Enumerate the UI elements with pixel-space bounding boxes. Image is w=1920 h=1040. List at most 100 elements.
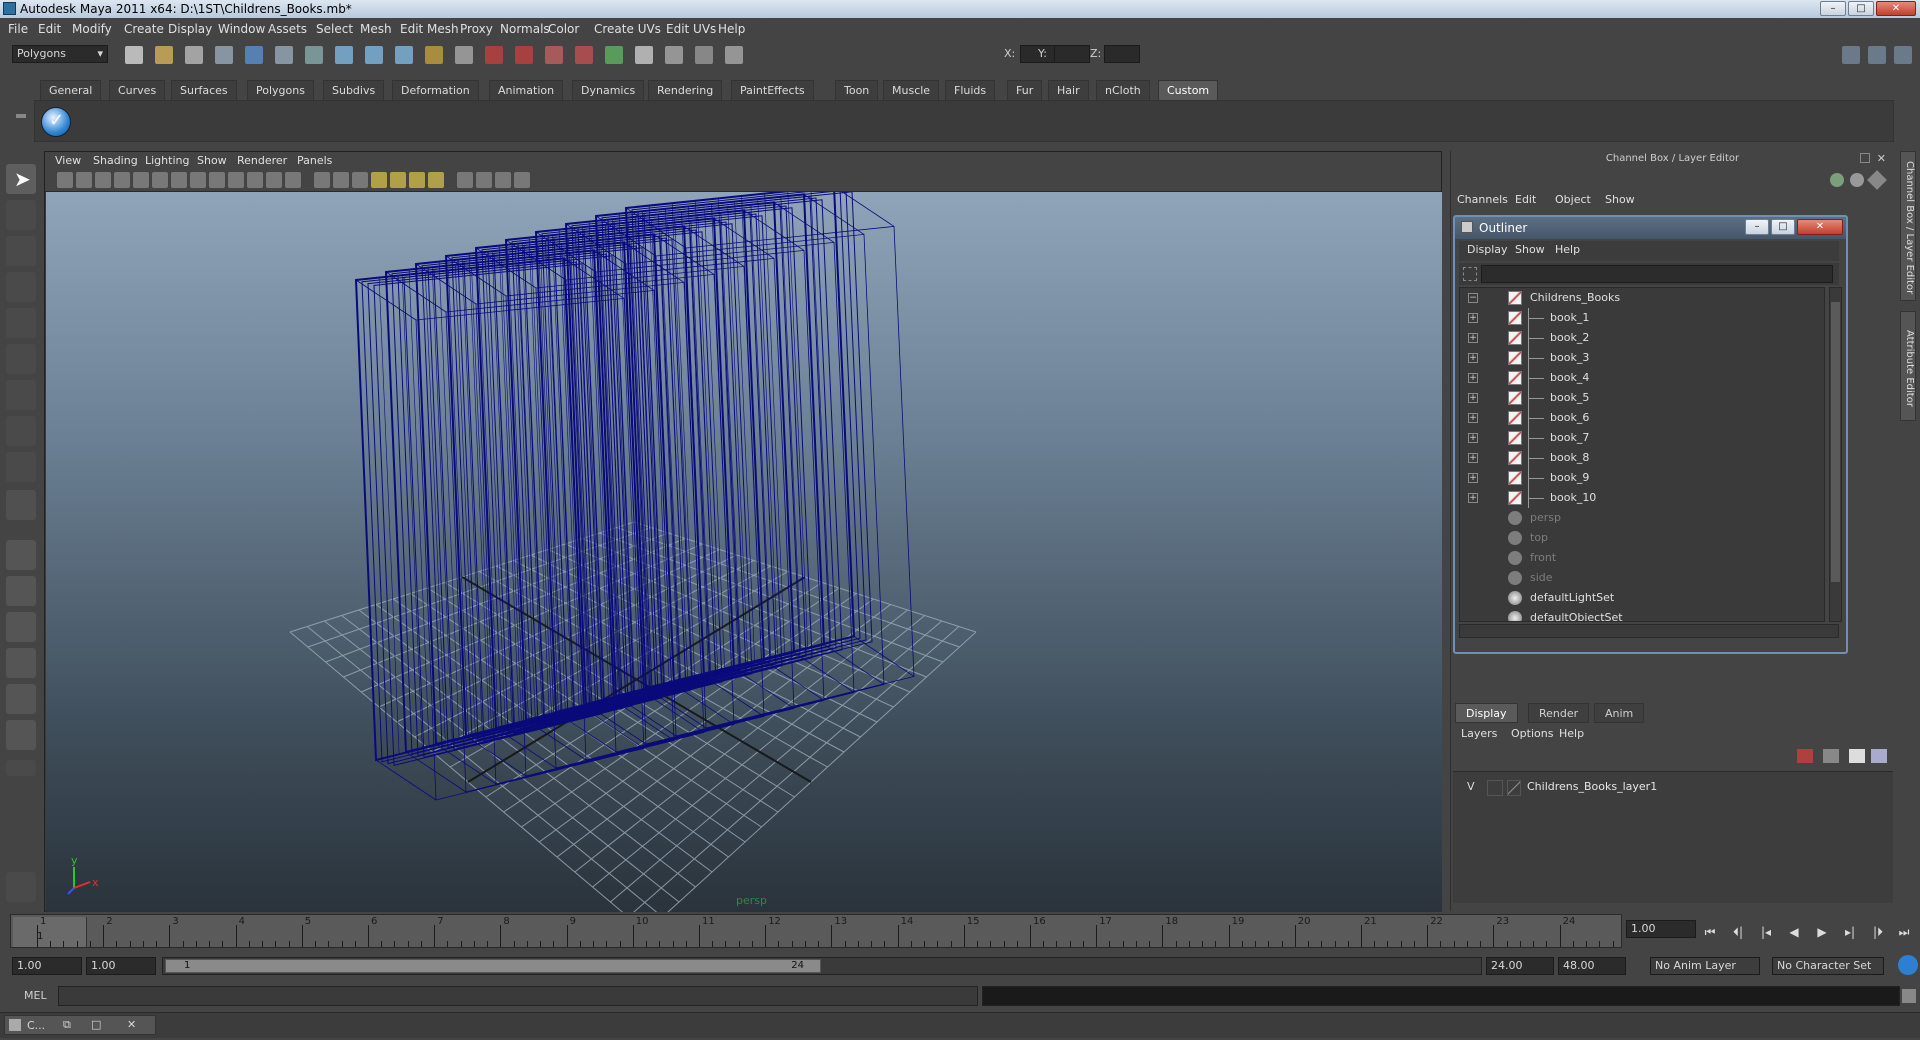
expand-toggle-icon[interactable]: +	[1468, 473, 1478, 483]
outliner-item[interactable]: + book_4	[1460, 368, 1824, 388]
maximize-icon[interactable]: □	[91, 1018, 101, 1031]
grease-pencil-icon[interactable]	[152, 172, 168, 188]
show-hide-tool-settings-icon[interactable]	[1868, 46, 1886, 64]
select-by-object-icon[interactable]	[245, 46, 263, 64]
step-forward-frame-button[interactable]: |⏵	[1868, 924, 1888, 940]
menu-create[interactable]: Create	[124, 22, 164, 36]
safe-title-icon[interactable]	[285, 172, 301, 188]
viewport-canvas[interactable]: persp y x	[46, 192, 1442, 912]
isolate-select-icon[interactable]	[476, 172, 492, 188]
select-by-hierarchy-icon[interactable]	[215, 46, 233, 64]
go-to-start-button[interactable]: ⏮	[1700, 924, 1720, 940]
outliner-item[interactable]: + book_7	[1460, 428, 1824, 448]
layer-menu-layers[interactable]: Layers	[1461, 727, 1497, 740]
grid-icon[interactable]	[171, 172, 187, 188]
shelf-tab-toon[interactable]: Toon	[835, 80, 879, 100]
smooth-shade-icon[interactable]	[333, 172, 349, 188]
layer-row[interactable]: V Childrens_Books_layer1	[1457, 778, 1887, 798]
range-slider-track[interactable]: 1 24	[162, 957, 1482, 975]
outliner-item[interactable]: + book_8	[1460, 448, 1824, 468]
scale-tool-icon[interactable]	[6, 344, 36, 374]
shelf-tab-ncloth[interactable]: nCloth	[1096, 80, 1150, 100]
show-hide-channel-box-icon[interactable]	[1894, 46, 1912, 64]
sculpt-icon[interactable]	[695, 46, 713, 64]
outliner-horizontal-scrollbar[interactable]	[1459, 624, 1839, 638]
shelf-tab-hair[interactable]: Hair	[1048, 80, 1089, 100]
menu-help[interactable]: Help	[718, 22, 745, 36]
resolution-gate-icon[interactable]	[209, 172, 225, 188]
last-used-tool-icon[interactable]	[6, 490, 36, 520]
single-perspective-layout-icon[interactable]	[6, 540, 36, 570]
ipr-render-icon[interactable]	[515, 46, 533, 64]
menu-assets[interactable]: Assets	[268, 22, 307, 36]
layer-tab-render[interactable]: Render	[1528, 703, 1590, 723]
range-slider-handle[interactable]: 1 24	[165, 959, 821, 973]
menu-edit-uvs[interactable]: Edit UVs	[666, 22, 716, 36]
menu-file[interactable]: File	[8, 22, 28, 36]
outliner-item[interactable]: + book_5	[1460, 388, 1824, 408]
expand-toggle-icon[interactable]: +	[1468, 373, 1478, 383]
character-set-dropdown[interactable]: No Character Set	[1772, 957, 1884, 975]
shelf-tab-menu[interactable]	[14, 78, 28, 138]
viewport-menu-view[interactable]: View	[55, 154, 81, 167]
xray-active-icon[interactable]	[514, 172, 530, 188]
channel-box-menu-object[interactable]: Object	[1555, 193, 1591, 206]
playback-end-time-field[interactable]: 24.00	[1486, 957, 1554, 975]
expand-toggle-icon[interactable]: +	[1468, 453, 1478, 463]
shelf-tab-painteffects[interactable]: PaintEffects	[731, 80, 814, 100]
menu-window[interactable]: Window	[218, 22, 265, 36]
display-icon[interactable]	[665, 46, 683, 64]
menu-modify[interactable]: Modify	[72, 22, 112, 36]
select-camera-icon[interactable]	[57, 172, 73, 188]
shelf-tab-rendering[interactable]: Rendering	[648, 80, 723, 100]
persp-outliner-layout-icon[interactable]	[6, 612, 36, 642]
expand-toggle-icon[interactable]: +	[1468, 353, 1478, 363]
animation-end-time-field[interactable]: 48.00	[1558, 957, 1626, 975]
side-tab-channel-box[interactable]: Channel Box / Layer Editor	[1900, 151, 1916, 301]
layer-tab-display[interactable]: Display	[1455, 703, 1518, 723]
auto-key-icon[interactable]	[1898, 955, 1918, 975]
render-current-frame-icon[interactable]	[485, 46, 503, 64]
new-scene-icon[interactable]	[125, 46, 143, 64]
outliner-item[interactable]: + book_6	[1460, 408, 1824, 428]
smooth-shade-wire-icon[interactable]	[352, 172, 368, 188]
close-icon[interactable]: ✕	[127, 1018, 136, 1031]
command-language-label[interactable]: MEL	[24, 989, 47, 1002]
move-selection-layer-down-icon[interactable]	[1823, 749, 1839, 763]
open-scene-icon[interactable]	[155, 46, 173, 64]
move-selection-layer-up-icon[interactable]	[1797, 749, 1813, 763]
outliner-vertical-scrollbar[interactable]	[1829, 287, 1842, 622]
bookmarks-icon[interactable]	[95, 172, 111, 188]
persp-graph-layout-icon[interactable]	[6, 648, 36, 678]
channel-box-menu-channels[interactable]: Channels	[1457, 193, 1508, 206]
command-input[interactable]	[58, 986, 978, 1006]
viewport-menu-show[interactable]: Show	[197, 154, 227, 167]
field-chart-icon[interactable]	[247, 172, 263, 188]
outliner-menu-help[interactable]: Help	[1555, 243, 1580, 256]
viewport-menu-renderer[interactable]: Renderer	[237, 154, 287, 167]
layer-menu-help[interactable]: Help	[1559, 727, 1584, 740]
panel-float-icon[interactable]	[1860, 153, 1870, 163]
menu-color[interactable]: Color	[548, 22, 579, 36]
expand-toggle-icon[interactable]: +	[1468, 313, 1478, 323]
channel-box-menu-show[interactable]: Show	[1605, 193, 1635, 206]
viewport-menu-lighting[interactable]: Lighting	[145, 154, 189, 167]
shelf-tab-custom[interactable]: Custom	[1158, 80, 1219, 100]
step-forward-key-button[interactable]: ▸|	[1840, 924, 1860, 940]
2d-pan-zoom-icon[interactable]	[133, 172, 149, 188]
high-quality-icon[interactable]	[428, 172, 444, 188]
history-icon[interactable]	[455, 46, 473, 64]
outliner-search-input[interactable]	[1481, 265, 1833, 283]
expand-toggle-icon[interactable]: +	[1468, 433, 1478, 443]
persp-graph-hypershade-layout-icon[interactable]	[6, 720, 36, 750]
layer-menu-options[interactable]: Options	[1511, 727, 1553, 740]
close-button[interactable]: ✕	[1876, 1, 1916, 16]
channel-box-menu-edit[interactable]: Edit	[1515, 193, 1536, 206]
hypershade-icon[interactable]	[575, 46, 593, 64]
step-back-key-button[interactable]: |◂	[1756, 924, 1776, 940]
menu-normals[interactable]: Normals	[500, 22, 550, 36]
outliner-menu-show[interactable]: Show	[1515, 243, 1545, 256]
gate-mask-icon[interactable]	[228, 172, 244, 188]
outliner-item[interactable]: top	[1460, 528, 1824, 548]
expand-toggle-icon[interactable]: −	[1468, 293, 1478, 303]
